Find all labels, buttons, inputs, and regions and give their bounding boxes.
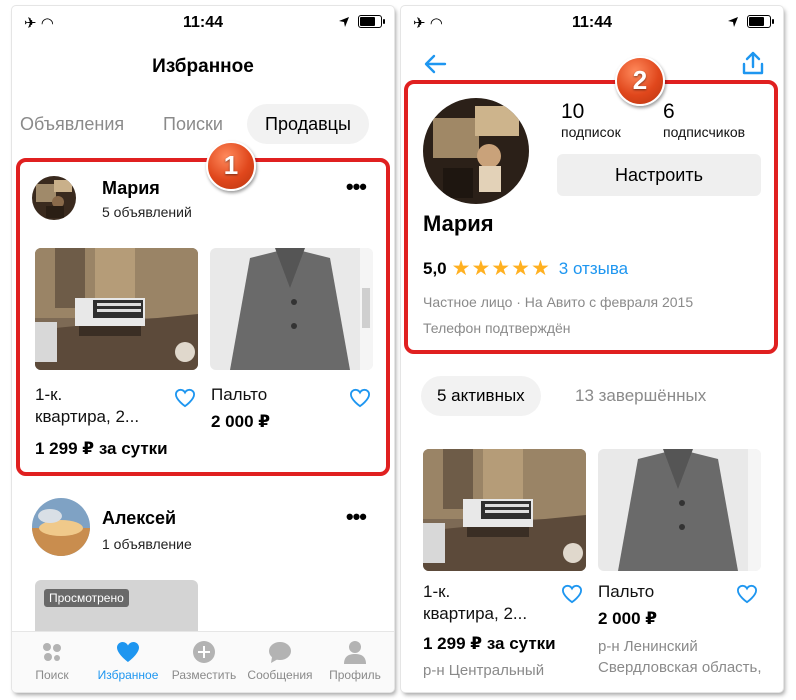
favorite-heart-icon[interactable] bbox=[736, 584, 758, 604]
listing-image-coat[interactable] bbox=[598, 449, 761, 571]
nav-label: Сообщения bbox=[247, 668, 313, 682]
filter-completed[interactable]: 13 завершённых bbox=[575, 376, 706, 416]
nav-profile[interactable]: Профиль bbox=[317, 640, 393, 682]
nav-label: Поиск bbox=[35, 668, 69, 682]
highlight-frame-2 bbox=[404, 80, 778, 354]
nav-post[interactable]: Разместить bbox=[166, 640, 242, 682]
listing-title-apartment[interactable]: 1-к. квартира, 2... bbox=[423, 581, 527, 625]
plus-circle-icon bbox=[193, 641, 215, 663]
step-badge-1: 1 bbox=[206, 141, 256, 191]
listing-location: р-н Центральный bbox=[423, 662, 545, 679]
location-arrow-icon bbox=[339, 16, 349, 27]
battery-icon bbox=[747, 15, 774, 28]
search-icon bbox=[43, 643, 61, 661]
listing-price-apartment: 1 299 ₽ за сутки bbox=[423, 634, 556, 653]
listing-image-apartment[interactable] bbox=[423, 449, 586, 571]
heart-icon bbox=[117, 642, 139, 662]
status-time: 11:44 bbox=[571, 14, 613, 31]
highlight-frame-1 bbox=[16, 158, 390, 476]
filter-active[interactable]: 5 активных bbox=[421, 376, 541, 416]
status-bar: ✈ ◠ 11:44 bbox=[12, 6, 394, 40]
favorite-heart-icon[interactable] bbox=[561, 584, 583, 604]
nav-search[interactable]: Поиск bbox=[14, 640, 90, 682]
listing-title-line1: 1-к. bbox=[423, 582, 451, 601]
listing-location: р-н Ленинский Свердловская область, bbox=[598, 636, 762, 678]
viewed-badge: Просмотрено bbox=[44, 589, 129, 607]
chat-bubble-icon bbox=[269, 642, 291, 663]
page-title: Избранное bbox=[152, 56, 254, 77]
listing-price-coat: 2 000 ₽ bbox=[598, 609, 658, 628]
status-bar: ✈ ◠ 11:44 bbox=[401, 6, 783, 40]
tab-searches[interactable]: Поиски bbox=[163, 104, 223, 144]
location-line1: р-н Ленинский bbox=[598, 638, 698, 655]
favorites-screen: ✈ ◠ 11:44 Избранное Объявления Поиски Пр… bbox=[12, 6, 394, 692]
user-icon bbox=[344, 641, 366, 664]
seller-listings-count: 1 объявление bbox=[102, 536, 192, 552]
tab-sellers[interactable]: Продавцы bbox=[247, 104, 369, 144]
nav-favorites[interactable]: Избранное bbox=[90, 640, 166, 682]
seller-card-alexey[interactable]: Алексей 1 объявление ••• Просмотрено bbox=[18, 494, 390, 640]
listing-title-line2: квартира, 2... bbox=[423, 604, 528, 623]
nav-label: Избранное bbox=[97, 668, 159, 682]
bottom-nav: Поиск Избранное Разместить Сообщения Про… bbox=[12, 631, 394, 692]
seller-profile-screen: ✈ ◠ 11:44 10 подписок 6 подписчиков Наст… bbox=[401, 6, 783, 692]
listing-title-coat[interactable]: Пальто bbox=[598, 581, 654, 603]
location-line2: Свердловская область, bbox=[598, 659, 762, 676]
more-options-icon[interactable]: ••• bbox=[346, 504, 367, 530]
avatar[interactable] bbox=[32, 498, 90, 556]
favorites-tabs: Объявления Поиски Продавцы bbox=[12, 104, 394, 144]
step-badge-2: 2 bbox=[615, 56, 665, 106]
nav-label: Разместить bbox=[171, 668, 237, 682]
share-icon[interactable] bbox=[741, 50, 765, 76]
seller-name[interactable]: Алексей bbox=[102, 508, 176, 529]
nav-messages[interactable]: Сообщения bbox=[242, 640, 318, 682]
location-arrow-icon bbox=[728, 16, 738, 27]
tab-listings[interactable]: Объявления bbox=[20, 104, 124, 144]
status-time: 11:44 bbox=[182, 14, 224, 31]
battery-icon bbox=[358, 15, 385, 28]
nav-label: Профиль bbox=[329, 668, 381, 682]
back-arrow-icon[interactable] bbox=[423, 52, 447, 76]
